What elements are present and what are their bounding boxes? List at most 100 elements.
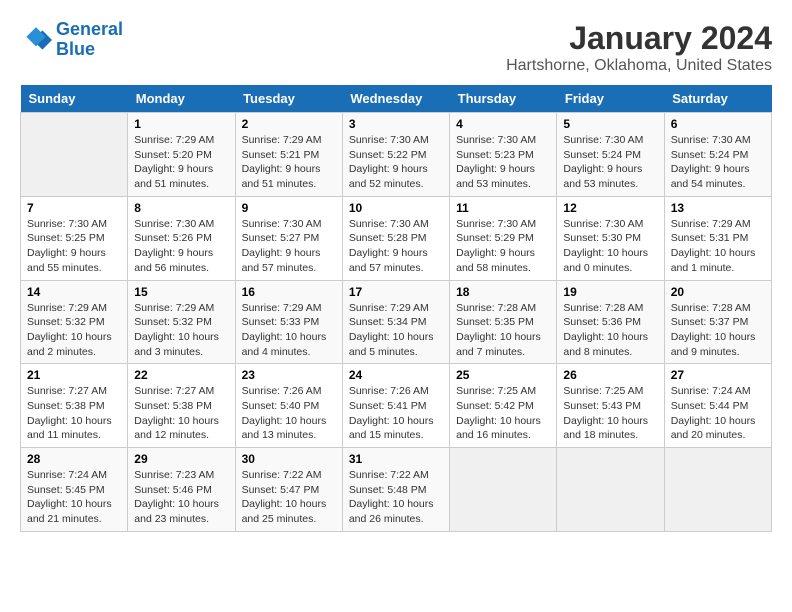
day-info: Sunrise: 7:25 AM Sunset: 5:42 PM Dayligh… xyxy=(456,384,550,443)
day-number: 15 xyxy=(134,285,228,299)
day-info: Sunrise: 7:29 AM Sunset: 5:20 PM Dayligh… xyxy=(134,133,228,192)
calendar-cell: 19Sunrise: 7:28 AM Sunset: 5:36 PM Dayli… xyxy=(557,280,664,364)
page-title: January 2024 xyxy=(506,20,772,57)
day-info: Sunrise: 7:30 AM Sunset: 5:29 PM Dayligh… xyxy=(456,217,550,276)
day-info: Sunrise: 7:22 AM Sunset: 5:48 PM Dayligh… xyxy=(349,468,443,527)
calendar-cell: 1 Sunrise: 7:29 AM Sunset: 5:20 PM Daylig… xyxy=(128,113,235,197)
day-number: 12 xyxy=(563,201,657,215)
day-info: Sunrise: 7:24 AM Sunset: 5:45 PM Dayligh… xyxy=(27,468,121,527)
day-info: Sunrise: 7:30 AM Sunset: 5:23 PM Dayligh… xyxy=(456,133,550,192)
day-number: 13 xyxy=(671,201,765,215)
calendar-cell: 29 Sunrise: 7:23 AM Sunset: 5:46 PM Dayli… xyxy=(128,448,235,532)
calendar-cell: 27 Sunrise: 7:24 AM Sunset: 5:44 PM Dayli… xyxy=(664,364,771,448)
calendar-week-row: 28 Sunrise: 7:24 AM Sunset: 5:45 PM Dayli… xyxy=(21,448,772,532)
day-number: 21 xyxy=(27,368,121,382)
calendar-cell xyxy=(664,448,771,532)
day-info: Sunrise: 7:30 AM Sunset: 5:30 PM Dayligh… xyxy=(563,217,657,276)
day-number: 1 xyxy=(134,117,228,131)
day-number: 28 xyxy=(27,452,121,466)
day-info: Sunrise: 7:26 AM Sunset: 5:40 PM Dayligh… xyxy=(242,384,336,443)
page-header: General Blue January 2024 Hartshorne, Ok… xyxy=(20,20,772,75)
calendar-cell xyxy=(557,448,664,532)
calendar-table: SundayMondayTuesdayWednesdayThursdayFrid… xyxy=(20,85,772,532)
day-number: 25 xyxy=(456,368,550,382)
day-info: Sunrise: 7:27 AM Sunset: 5:38 PM Dayligh… xyxy=(27,384,121,443)
logo-icon xyxy=(20,24,52,56)
calendar-cell: 12 Sunrise: 7:30 AM Sunset: 5:30 PM Dayli… xyxy=(557,196,664,280)
day-number: 9 xyxy=(242,201,336,215)
day-number: 5 xyxy=(563,117,657,131)
calendar-cell: 9 Sunrise: 7:30 AM Sunset: 5:27 PM Daylig… xyxy=(235,196,342,280)
calendar-cell: 10 Sunrise: 7:30 AM Sunset: 5:28 PM Dayli… xyxy=(342,196,449,280)
day-number: 11 xyxy=(456,201,550,215)
logo: General Blue xyxy=(20,20,123,60)
day-info: Sunrise: 7:29 AM Sunset: 5:34 PM Dayligh… xyxy=(349,301,443,360)
day-info: Sunrise: 7:30 AM Sunset: 5:24 PM Dayligh… xyxy=(671,133,765,192)
weekday-header: Wednesday xyxy=(342,85,449,113)
day-number: 4 xyxy=(456,117,550,131)
day-number: 17 xyxy=(349,285,443,299)
day-number: 22 xyxy=(134,368,228,382)
day-info: Sunrise: 7:30 AM Sunset: 5:26 PM Dayligh… xyxy=(134,217,228,276)
calendar-cell: 30 Sunrise: 7:22 AM Sunset: 5:47 PM Dayli… xyxy=(235,448,342,532)
calendar-cell: 4 Sunrise: 7:30 AM Sunset: 5:23 PM Daylig… xyxy=(450,113,557,197)
day-info: Sunrise: 7:27 AM Sunset: 5:38 PM Dayligh… xyxy=(134,384,228,443)
calendar-cell: 18 Sunrise: 7:28 AM Sunset: 5:35 PM Dayli… xyxy=(450,280,557,364)
calendar-cell: 21 Sunrise: 7:27 AM Sunset: 5:38 PM Dayli… xyxy=(21,364,128,448)
weekday-header: Saturday xyxy=(664,85,771,113)
logo-line1: General xyxy=(56,19,123,39)
day-info: Sunrise: 7:26 AM Sunset: 5:41 PM Dayligh… xyxy=(349,384,443,443)
day-info: Sunrise: 7:28 AM Sunset: 5:36 PM Dayligh… xyxy=(563,301,657,360)
logo-text: General Blue xyxy=(56,20,123,60)
calendar-cell: 13Sunrise: 7:29 AM Sunset: 5:31 PM Dayli… xyxy=(664,196,771,280)
calendar-week-row: 21 Sunrise: 7:27 AM Sunset: 5:38 PM Dayli… xyxy=(21,364,772,448)
day-number: 14 xyxy=(27,285,121,299)
day-number: 29 xyxy=(134,452,228,466)
day-info: Sunrise: 7:28 AM Sunset: 5:37 PM Dayligh… xyxy=(671,301,765,360)
day-info: Sunrise: 7:25 AM Sunset: 5:43 PM Dayligh… xyxy=(563,384,657,443)
calendar-cell: 22 Sunrise: 7:27 AM Sunset: 5:38 PM Dayli… xyxy=(128,364,235,448)
calendar-week-row: 7 Sunrise: 7:30 AM Sunset: 5:25 PM Daylig… xyxy=(21,196,772,280)
calendar-cell: 6 Sunrise: 7:30 AM Sunset: 5:24 PM Daylig… xyxy=(664,113,771,197)
day-info: Sunrise: 7:30 AM Sunset: 5:28 PM Dayligh… xyxy=(349,217,443,276)
day-number: 10 xyxy=(349,201,443,215)
calendar-cell: 15 Sunrise: 7:29 AM Sunset: 5:32 PM Dayli… xyxy=(128,280,235,364)
calendar-cell: 24Sunrise: 7:26 AM Sunset: 5:41 PM Dayli… xyxy=(342,364,449,448)
weekday-header-row: SundayMondayTuesdayWednesdayThursdayFrid… xyxy=(21,85,772,113)
calendar-cell: 31 Sunrise: 7:22 AM Sunset: 5:48 PM Dayli… xyxy=(342,448,449,532)
day-info: Sunrise: 7:29 AM Sunset: 5:32 PM Dayligh… xyxy=(134,301,228,360)
day-info: Sunrise: 7:29 AM Sunset: 5:32 PM Dayligh… xyxy=(27,301,121,360)
calendar-cell: 26 Sunrise: 7:25 AM Sunset: 5:43 PM Dayli… xyxy=(557,364,664,448)
page-subtitle: Hartshorne, Oklahoma, United States xyxy=(506,57,772,75)
calendar-cell: 25 Sunrise: 7:25 AM Sunset: 5:42 PM Dayli… xyxy=(450,364,557,448)
day-number: 7 xyxy=(27,201,121,215)
day-info: Sunrise: 7:24 AM Sunset: 5:44 PM Dayligh… xyxy=(671,384,765,443)
day-info: Sunrise: 7:22 AM Sunset: 5:47 PM Dayligh… xyxy=(242,468,336,527)
day-info: Sunrise: 7:30 AM Sunset: 5:27 PM Dayligh… xyxy=(242,217,336,276)
calendar-cell: 11 Sunrise: 7:30 AM Sunset: 5:29 PM Dayli… xyxy=(450,196,557,280)
day-number: 20 xyxy=(671,285,765,299)
day-info: Sunrise: 7:29 AM Sunset: 5:21 PM Dayligh… xyxy=(242,133,336,192)
day-number: 18 xyxy=(456,285,550,299)
calendar-week-row: 1 Sunrise: 7:29 AM Sunset: 5:20 PM Daylig… xyxy=(21,113,772,197)
calendar-cell: 7 Sunrise: 7:30 AM Sunset: 5:25 PM Daylig… xyxy=(21,196,128,280)
day-info: Sunrise: 7:23 AM Sunset: 5:46 PM Dayligh… xyxy=(134,468,228,527)
day-number: 3 xyxy=(349,117,443,131)
calendar-cell xyxy=(450,448,557,532)
day-number: 30 xyxy=(242,452,336,466)
day-number: 31 xyxy=(349,452,443,466)
calendar-cell: 5Sunrise: 7:30 AM Sunset: 5:24 PM Daylig… xyxy=(557,113,664,197)
day-info: Sunrise: 7:29 AM Sunset: 5:33 PM Dayligh… xyxy=(242,301,336,360)
day-info: Sunrise: 7:28 AM Sunset: 5:35 PM Dayligh… xyxy=(456,301,550,360)
day-number: 8 xyxy=(134,201,228,215)
day-number: 6 xyxy=(671,117,765,131)
day-info: Sunrise: 7:30 AM Sunset: 5:25 PM Dayligh… xyxy=(27,217,121,276)
day-number: 26 xyxy=(563,368,657,382)
calendar-cell: 14 Sunrise: 7:29 AM Sunset: 5:32 PM Dayli… xyxy=(21,280,128,364)
calendar-cell: 28 Sunrise: 7:24 AM Sunset: 5:45 PM Dayli… xyxy=(21,448,128,532)
weekday-header: Thursday xyxy=(450,85,557,113)
weekday-header: Sunday xyxy=(21,85,128,113)
weekday-header: Tuesday xyxy=(235,85,342,113)
day-number: 27 xyxy=(671,368,765,382)
calendar-cell xyxy=(21,113,128,197)
